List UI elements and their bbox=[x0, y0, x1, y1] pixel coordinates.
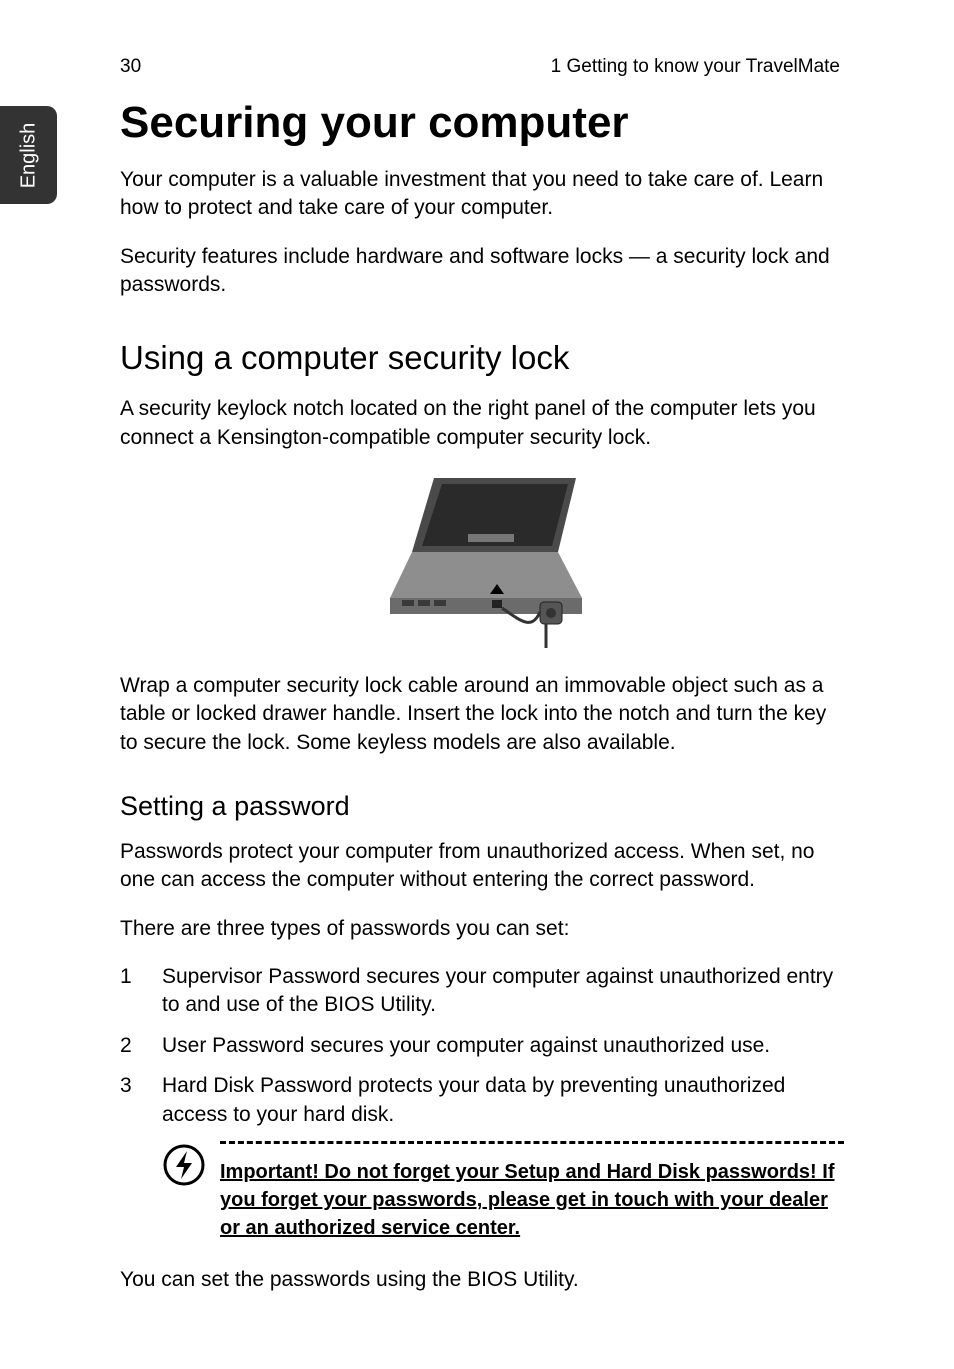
note-body: Important! Do not forget your Setup and … bbox=[220, 1141, 844, 1242]
figure-container bbox=[120, 472, 844, 650]
important-note-text: Important! Do not forget your Setup and … bbox=[220, 1158, 844, 1242]
password-types-list: Supervisor Password secures your compute… bbox=[120, 963, 844, 1129]
page-content: Securing your computer Your computer is … bbox=[120, 98, 844, 1314]
password-paragraph-2: There are three types of passwords you c… bbox=[120, 915, 844, 943]
laptop-lock-illustration bbox=[372, 472, 592, 650]
intro-paragraph-1: Your computer is a valuable investment t… bbox=[120, 166, 844, 223]
language-tab: English bbox=[0, 106, 57, 204]
password-paragraph-1: Passwords protect your computer from una… bbox=[120, 838, 844, 895]
page-number: 30 bbox=[120, 56, 141, 78]
security-lock-paragraph-2: Wrap a computer security lock cable arou… bbox=[120, 672, 844, 757]
page-header: 30 1 Getting to know your TravelMate bbox=[120, 56, 840, 78]
list-item: Hard Disk Password protects your data by… bbox=[120, 1072, 844, 1129]
running-head: 1 Getting to know your TravelMate bbox=[551, 56, 840, 78]
list-item: Supervisor Password secures your compute… bbox=[120, 963, 844, 1020]
dashed-separator bbox=[220, 1141, 844, 1144]
language-tab-label: English bbox=[17, 122, 40, 188]
subsection-heading-password: Setting a password bbox=[120, 791, 844, 822]
closing-paragraph: You can set the passwords using the BIOS… bbox=[120, 1266, 844, 1294]
security-lock-paragraph-1: A security keylock notch located on the … bbox=[120, 395, 844, 452]
intro-paragraph-2: Security features include hardware and s… bbox=[120, 243, 844, 300]
section-heading-security-lock: Using a computer security lock bbox=[120, 339, 844, 377]
page-title: Securing your computer bbox=[120, 98, 844, 148]
lightning-circle-icon bbox=[162, 1143, 206, 1187]
list-item: User Password secures your computer agai… bbox=[120, 1032, 844, 1060]
important-note: Important! Do not forget your Setup and … bbox=[120, 1141, 844, 1242]
